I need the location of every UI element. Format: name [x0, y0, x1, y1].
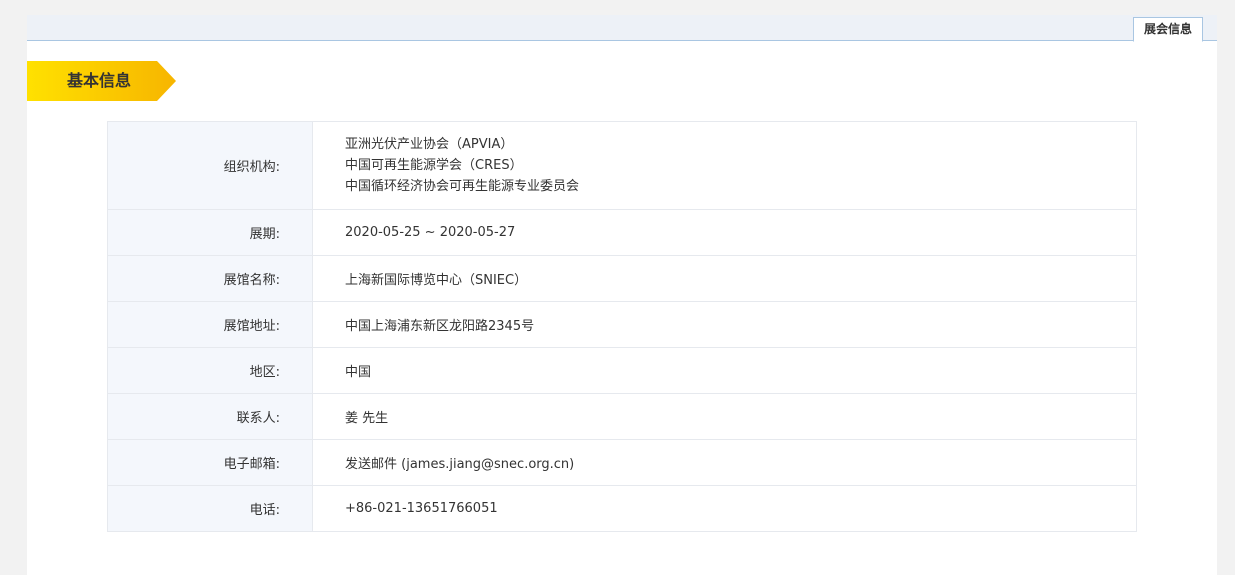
- organizer-label: 组织机构:: [107, 121, 313, 210]
- section-title: 基本信息: [67, 71, 132, 90]
- dates-value: 2020-05-25 ~ 2020-05-27: [312, 209, 1137, 256]
- phone-value: +86-021-13651766051: [312, 485, 1137, 532]
- tab-bar: 展会信息: [27, 15, 1217, 42]
- exhibition-page: 展会信息 基本信息 组织机构: 亚洲光伏产业协会（APVIA） 中国可再生能源学…: [27, 15, 1217, 575]
- send-email-link[interactable]: 发送邮件 (james.jiang@snec.org.cn): [345, 457, 574, 472]
- region-value: 中国: [312, 347, 1137, 394]
- table-row: 地区: 中国: [107, 347, 1137, 394]
- tab-exhibition-info[interactable]: 展会信息: [1132, 17, 1203, 42]
- venue-name-value: 上海新国际博览中心（SNIEC）: [312, 255, 1137, 302]
- organizer-value: 亚洲光伏产业协会（APVIA） 中国可再生能源学会（CRES） 中国循环经济协会…: [312, 121, 1137, 210]
- organizer-line: 亚洲光伏产业协会（APVIA）: [345, 137, 514, 152]
- organizer-line: 中国可再生能源学会（CRES）: [345, 158, 523, 173]
- venue-address-label: 展馆地址:: [107, 301, 313, 348]
- venue-name-label: 展馆名称:: [107, 255, 313, 302]
- table-row: 组织机构: 亚洲光伏产业协会（APVIA） 中国可再生能源学会（CRES） 中国…: [107, 121, 1137, 210]
- dates-label: 展期:: [107, 209, 313, 256]
- contact-label: 联系人:: [107, 393, 313, 440]
- info-table: 组织机构: 亚洲光伏产业协会（APVIA） 中国可再生能源学会（CRES） 中国…: [107, 121, 1137, 532]
- organizer-line: 中国循环经济协会可再生能源专业委员会: [345, 179, 580, 194]
- region-label: 地区:: [107, 347, 313, 394]
- phone-label: 电话:: [107, 485, 313, 532]
- table-row: 电子邮箱: 发送邮件 (james.jiang@snec.org.cn): [107, 439, 1137, 486]
- table-row: 电话: +86-021-13651766051: [107, 485, 1137, 532]
- contact-value: 姜 先生: [312, 393, 1137, 440]
- table-row: 展馆地址: 中国上海浦东新区龙阳路2345号: [107, 301, 1137, 348]
- table-row: 联系人: 姜 先生: [107, 393, 1137, 440]
- table-row: 展馆名称: 上海新国际博览中心（SNIEC）: [107, 255, 1137, 302]
- table-row: 展期: 2020-05-25 ~ 2020-05-27: [107, 209, 1137, 256]
- venue-address-value: 中国上海浦东新区龙阳路2345号: [312, 301, 1137, 348]
- email-value: 发送邮件 (james.jiang@snec.org.cn): [312, 439, 1137, 486]
- email-label: 电子邮箱:: [107, 439, 313, 486]
- section-banner: 基本信息: [27, 61, 176, 101]
